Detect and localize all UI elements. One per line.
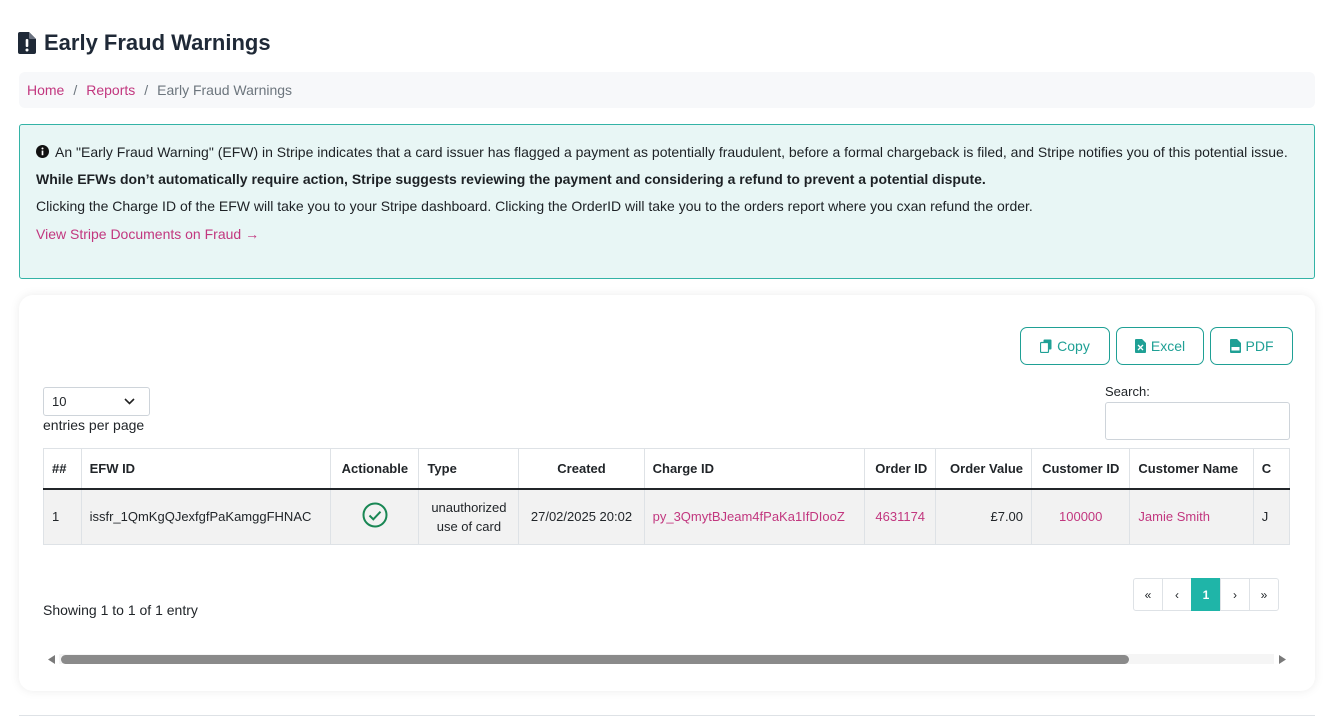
column-header-order-value[interactable]: Order Value: [935, 448, 1033, 490]
pdf-button[interactable]: PDF: [1210, 327, 1293, 365]
copy-button[interactable]: Copy: [1020, 327, 1110, 365]
table-header-row: ## EFW ID Actionable Type Created Charge…: [43, 448, 1290, 490]
cell-customer-id: 100000: [1031, 488, 1131, 545]
entries-per-page-label: entries per page: [43, 417, 145, 433]
column-header-order-id[interactable]: Order ID: [864, 448, 937, 490]
breadcrumb-reports-link[interactable]: Reports: [86, 82, 135, 98]
breadcrumb-home-link[interactable]: Home: [27, 82, 64, 98]
footer-divider: [19, 715, 1315, 716]
arrow-right-icon: →: [245, 226, 260, 242]
copy-icon: [1040, 339, 1052, 353]
cell-created: 27/02/2025 20:02: [518, 488, 645, 545]
first-page-button[interactable]: «: [1133, 578, 1163, 611]
table-scroll-container: ## EFW ID Actionable Type Created Charge…: [43, 448, 1290, 546]
cell-num: 1: [43, 488, 82, 545]
efw-table: ## EFW ID Actionable Type Created Charge…: [43, 448, 1290, 545]
alert-intro: An "Early Fraud Warning" (EFW) in Stripe…: [36, 143, 1298, 162]
charge-id-link[interactable]: py_3QmytBJeam4fPaKa1IfDIooZ: [653, 509, 845, 524]
scroll-right-arrow[interactable]: [1274, 651, 1290, 667]
alert-recommendation: While EFWs don’t automatically require a…: [36, 171, 986, 187]
breadcrumb: Home / Reports / Early Fraud Warnings: [19, 72, 1315, 108]
excel-button-label: Excel: [1150, 338, 1186, 354]
cell-next: J: [1252, 488, 1290, 545]
page-title: Early Fraud Warnings: [18, 30, 271, 56]
scroll-thumb[interactable]: [61, 655, 1129, 664]
cell-type: unauthorized use of card: [418, 488, 520, 545]
check-circle-icon: [362, 502, 388, 528]
cell-customer-name: Jamie Smith: [1129, 488, 1254, 545]
column-header-next[interactable]: C: [1252, 448, 1290, 490]
table-row: 1 issfr_1QmKgQJexfgfPaKamggFHNAC unautho…: [43, 488, 1290, 545]
entries-per-page-select[interactable]: 10: [43, 387, 150, 416]
pdf-button-label: PDF: [1245, 338, 1274, 354]
excel-button[interactable]: Excel: [1116, 327, 1204, 365]
last-page-button[interactable]: »: [1249, 578, 1279, 611]
search-label: Search:: [1105, 384, 1150, 399]
info-alert: An "Early Fraud Warning" (EFW) in Stripe…: [19, 124, 1315, 279]
file-exclamation-icon: [18, 32, 36, 54]
file-pdf-icon: [1229, 339, 1241, 353]
order-id-link[interactable]: 4631174: [875, 509, 925, 524]
entries-per-page-value: 10: [52, 394, 67, 409]
file-excel-icon: [1134, 339, 1146, 353]
breadcrumb-separator: /: [73, 82, 78, 98]
scroll-track[interactable]: [59, 654, 1274, 664]
alert-intro-text: An "Early Fraud Warning" (EFW) in Stripe…: [55, 144, 1288, 160]
info-circle-icon: [36, 145, 49, 158]
column-header-num[interactable]: ##: [43, 448, 82, 490]
table-info: Showing 1 to 1 of 1 entry: [43, 602, 198, 618]
column-header-actionable[interactable]: Actionable: [330, 448, 420, 490]
pagination: « ‹ 1 › »: [1133, 578, 1279, 611]
cell-actionable: [330, 488, 420, 545]
search-input[interactable]: [1105, 402, 1290, 440]
cell-efw-id: issfr_1QmKgQJexfgfPaKamggFHNAC: [80, 488, 332, 545]
export-buttons: Copy Excel PDF: [1020, 327, 1293, 365]
caret-right-icon: [1278, 654, 1286, 664]
column-header-efw-id[interactable]: EFW ID: [80, 448, 332, 490]
horizontal-scrollbar[interactable]: [43, 651, 1290, 667]
cell-order-id: 4631174: [864, 488, 937, 545]
chevron-down-icon: [124, 398, 135, 405]
report-card: Copy Excel PDF 10 entries per page Searc…: [19, 295, 1315, 691]
stripe-docs-link-text: View Stripe Documents on Fraud: [36, 226, 242, 242]
stripe-docs-link[interactable]: View Stripe Documents on Fraud →: [36, 225, 259, 244]
breadcrumb-separator: /: [144, 82, 149, 98]
column-header-type[interactable]: Type: [418, 448, 520, 490]
column-header-created[interactable]: Created: [518, 448, 645, 490]
cell-order-value: £7.00: [935, 488, 1033, 545]
cell-charge-id: py_3QmytBJeam4fPaKa1IfDIooZ: [643, 488, 866, 545]
alert-instructions: Clicking the Charge ID of the EFW will t…: [36, 198, 1033, 214]
next-page-button[interactable]: ›: [1220, 578, 1250, 611]
page-title-text: Early Fraud Warnings: [44, 30, 271, 55]
column-header-customer-id[interactable]: Customer ID: [1031, 448, 1131, 490]
breadcrumb-current: Early Fraud Warnings: [157, 82, 293, 98]
caret-left-icon: [47, 654, 55, 664]
previous-page-button[interactable]: ‹: [1162, 578, 1192, 611]
column-header-customer-name[interactable]: Customer Name: [1129, 448, 1254, 490]
column-header-charge-id[interactable]: Charge ID: [643, 448, 866, 490]
copy-button-label: Copy: [1057, 338, 1090, 354]
scroll-left-arrow[interactable]: [43, 651, 59, 667]
page-1-button[interactable]: 1: [1191, 578, 1221, 611]
